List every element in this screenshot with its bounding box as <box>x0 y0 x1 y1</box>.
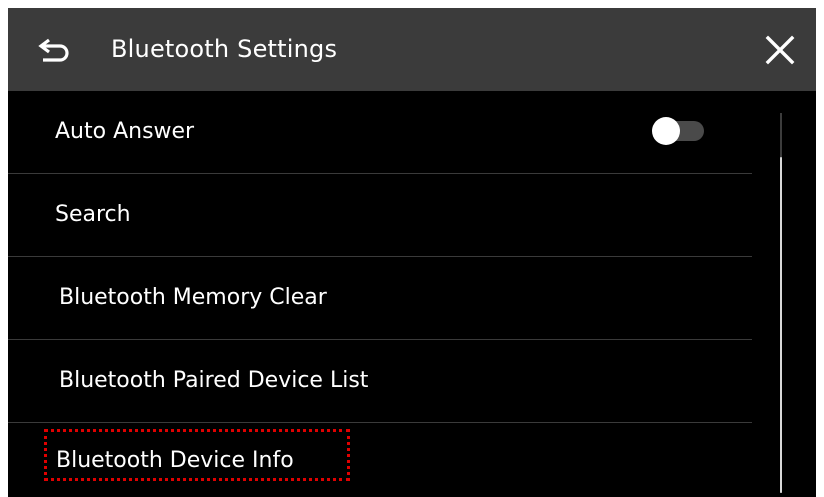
setting-label-device-info: Bluetooth Device Info <box>56 448 294 473</box>
scrollbar-thumb[interactable] <box>780 157 782 493</box>
header-bar: Bluetooth Settings <box>8 8 816 91</box>
back-button[interactable] <box>34 32 74 68</box>
setting-row-search[interactable]: Search <box>8 174 752 256</box>
setting-label-memory-clear: Bluetooth Memory Clear <box>59 285 327 310</box>
page-title: Bluetooth Settings <box>111 35 338 63</box>
setting-label-search: Search <box>55 202 131 227</box>
bluetooth-settings-screen: Bluetooth Settings Auto Answer Search Bl… <box>8 8 816 497</box>
setting-row-auto-answer[interactable]: Auto Answer <box>8 91 752 173</box>
back-arrow-icon <box>38 38 69 62</box>
close-icon <box>765 35 795 65</box>
toggle-knob <box>652 117 680 145</box>
setting-row-paired-device-list[interactable]: Bluetooth Paired Device List <box>8 340 752 422</box>
setting-label-auto-answer: Auto Answer <box>55 119 195 144</box>
auto-answer-toggle[interactable] <box>650 117 706 145</box>
setting-label-paired-device-list: Bluetooth Paired Device List <box>59 368 369 393</box>
setting-row-device-info[interactable]: Bluetooth Device Info <box>8 423 752 497</box>
setting-row-memory-clear[interactable]: Bluetooth Memory Clear <box>8 257 752 339</box>
close-button[interactable] <box>760 30 800 70</box>
